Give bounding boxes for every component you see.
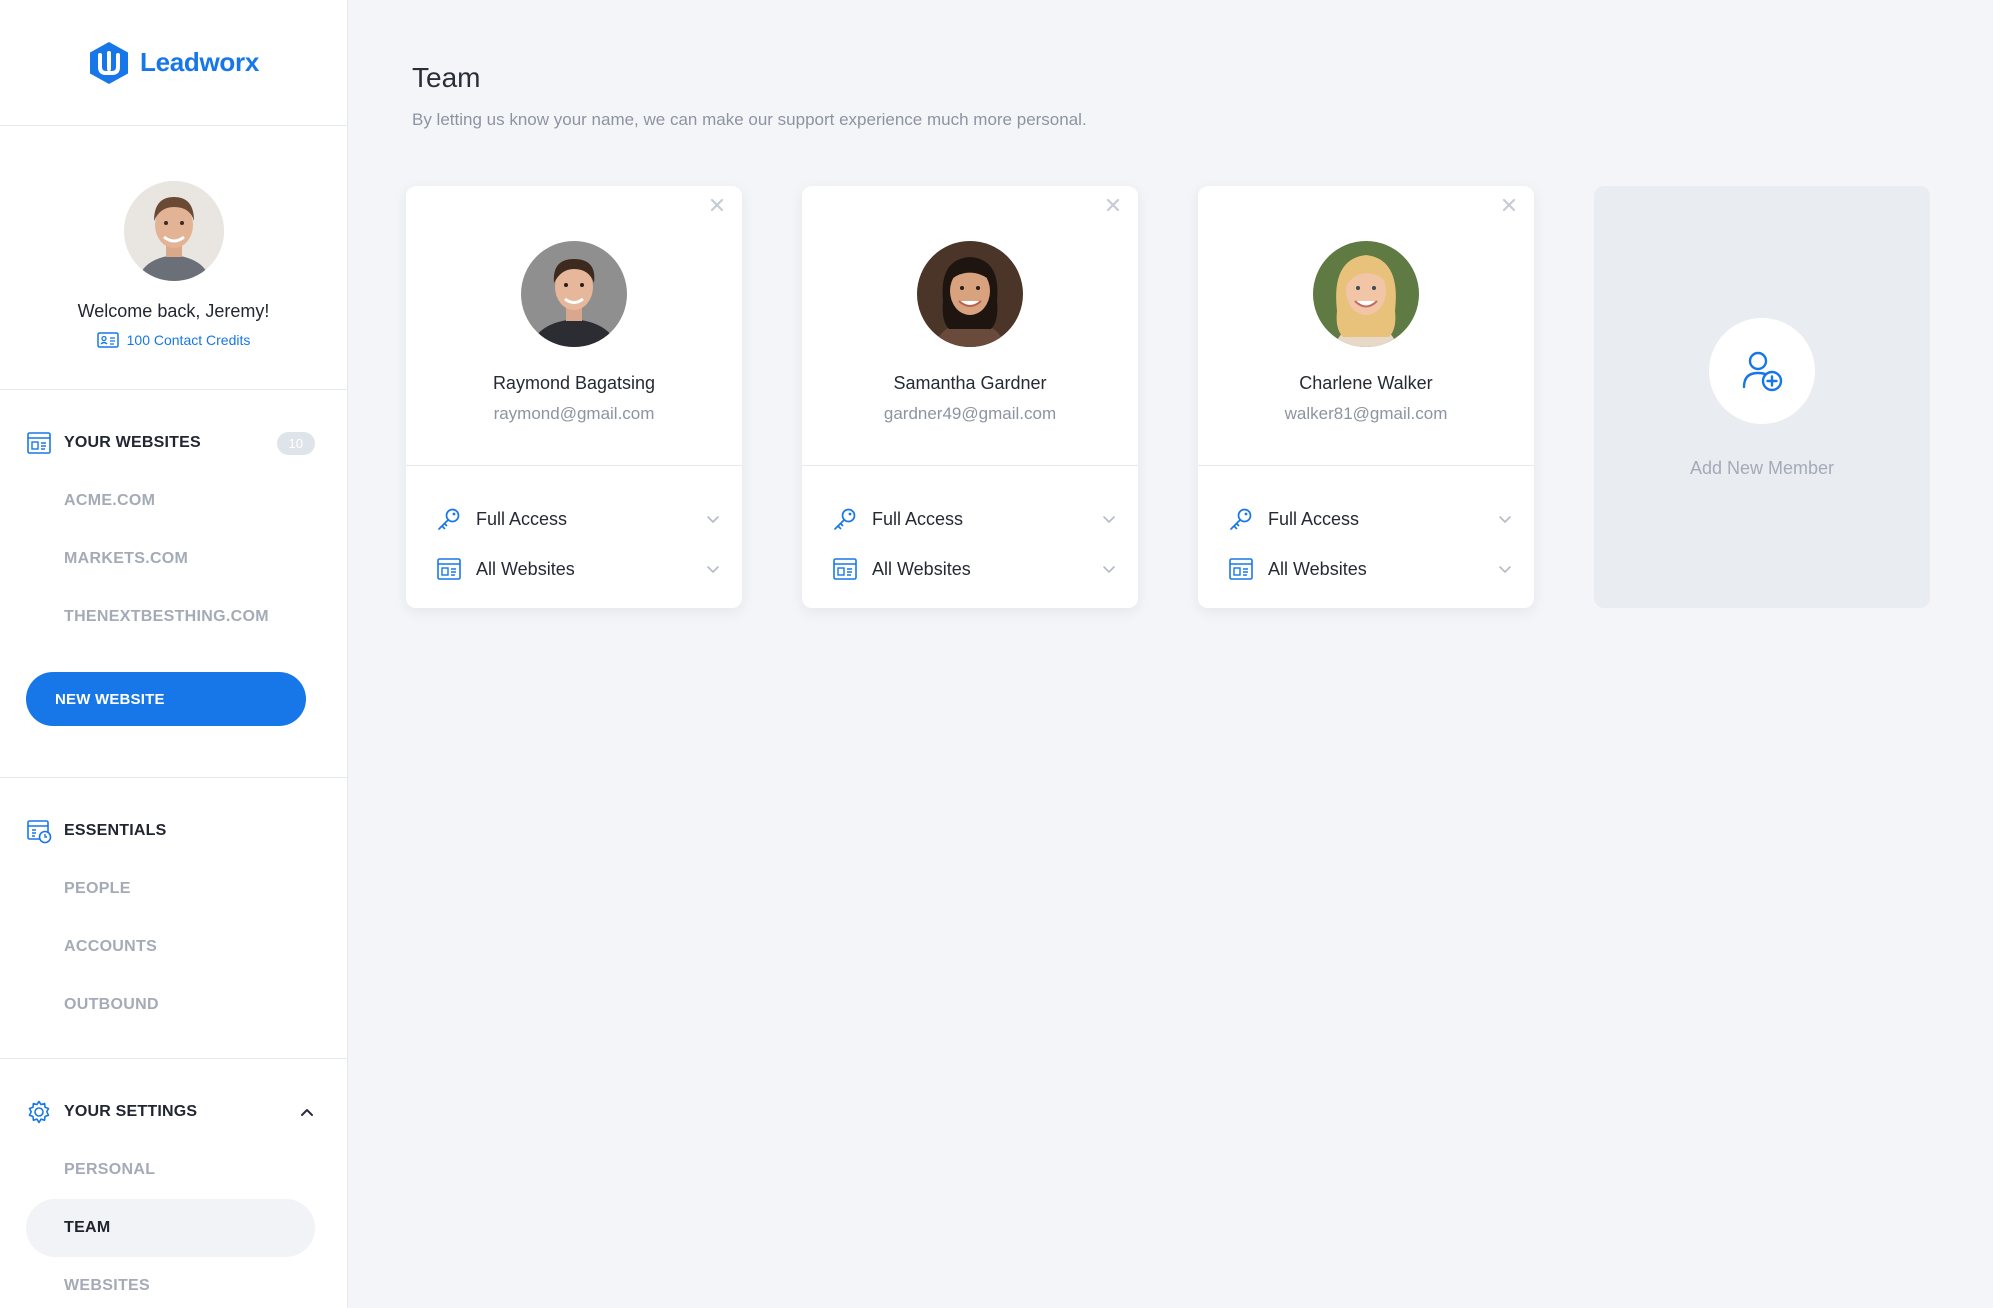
close-icon[interactable]	[1500, 196, 1518, 214]
member-avatar	[917, 241, 1023, 347]
member-permissions: Full Access All Websites	[406, 466, 742, 594]
page-title: Team	[412, 62, 481, 93]
settings-section: YOUR SETTINGS PERSONAL TEAM WEBSITES	[0, 1059, 347, 1308]
user-plus-icon	[1742, 351, 1783, 392]
member-name: Raymond Bagatsing	[492, 373, 656, 393]
key-icon	[438, 508, 460, 530]
sidebar-item-people[interactable]: PEOPLE	[26, 860, 315, 918]
browser-icon	[27, 432, 51, 454]
contact-credits-label: 100 Contact Credits	[126, 332, 251, 348]
sidebar-item-acme[interactable]: ACME.COM	[26, 472, 315, 530]
member-avatar	[521, 241, 627, 347]
sidebar-item-thenextbesthing[interactable]: THENEXTBESTHING.COM	[26, 588, 315, 646]
member-info: Charlene Walker walker81@gmail.com	[1198, 186, 1534, 466]
member-card: Charlene Walker walker81@gmail.com Full …	[1198, 186, 1534, 608]
chevron-down-icon	[707, 516, 719, 524]
main-content: Team By letting us know your name, we ca…	[348, 0, 1993, 1308]
websites-section: YOUR WEBSITES 10 ACME.COM MARKETS.COM TH…	[0, 390, 347, 778]
new-website-button[interactable]: NEW WEBSITE	[26, 672, 306, 726]
member-name: Charlene Walker	[1299, 373, 1433, 393]
chevron-down-icon	[1499, 566, 1511, 574]
websites-count-badge: 10	[276, 431, 315, 455]
chevron-up-icon[interactable]	[299, 1104, 315, 1120]
websites-label: All Websites	[872, 558, 971, 579]
member-card: Samantha Gardner gardner49@gmail.com Ful…	[802, 186, 1138, 608]
browser-icon	[1229, 558, 1253, 580]
calendar-clock-icon	[27, 820, 52, 844]
close-icon[interactable]	[708, 196, 726, 214]
chevron-down-icon	[1103, 516, 1115, 524]
close-icon[interactable]	[1104, 196, 1122, 214]
websites-label: All Websites	[1268, 558, 1367, 579]
user-avatar-portrait	[123, 181, 224, 281]
member-permissions: Full Access All Websites	[1198, 466, 1534, 594]
browser-icon	[437, 558, 461, 580]
websites-dropdown[interactable]: All Websites	[436, 544, 720, 594]
welcome-text: Welcome back, Jeremy!	[77, 301, 270, 321]
team-cards: Raymond Bagatsing raymond@gmail.com Full…	[406, 186, 1993, 608]
member-email: walker81@gmail.com	[1284, 404, 1448, 423]
member-info: Raymond Bagatsing raymond@gmail.com	[406, 186, 742, 466]
access-label: Full Access	[476, 508, 568, 529]
member-email: raymond@gmail.com	[493, 404, 655, 423]
member-name: Samantha Gardner	[893, 373, 1047, 393]
sidebar-item-markets[interactable]: MARKETS.COM	[26, 530, 315, 588]
websites-heading-label: YOUR WEBSITES	[64, 434, 201, 451]
member-card: Raymond Bagatsing raymond@gmail.com Full…	[406, 186, 742, 608]
add-member-card[interactable]: Add New Member	[1594, 186, 1930, 608]
access-dropdown[interactable]: Full Access	[436, 494, 720, 544]
key-icon	[834, 508, 856, 530]
chevron-down-icon	[1103, 566, 1115, 574]
sidebar-item-personal[interactable]: PERSONAL	[26, 1141, 315, 1199]
essentials-heading[interactable]: ESSENTIALS	[26, 816, 315, 846]
websites-dropdown[interactable]: All Websites	[832, 544, 1116, 594]
contact-credits[interactable]: 100 Contact Credits	[96, 332, 251, 348]
sidebar-item-outbound[interactable]: OUTBOUND	[26, 976, 315, 1034]
sidebar-item-accounts[interactable]: ACCOUNTS	[26, 918, 315, 976]
chevron-down-icon	[707, 566, 719, 574]
member-email: gardner49@gmail.com	[883, 404, 1057, 423]
websites-dropdown[interactable]: All Websites	[1228, 544, 1512, 594]
key-icon	[1230, 508, 1252, 530]
leadworx-logo-icon	[90, 41, 129, 84]
essentials-heading-label: ESSENTIALS	[64, 822, 167, 839]
websites-heading[interactable]: YOUR WEBSITES 10	[26, 428, 315, 458]
settings-heading[interactable]: YOUR SETTINGS	[26, 1097, 315, 1127]
id-card-icon	[96, 332, 119, 348]
access-dropdown[interactable]: Full Access	[832, 494, 1116, 544]
gear-icon	[28, 1100, 50, 1124]
user-avatar[interactable]	[123, 181, 224, 281]
sidebar-item-team[interactable]: TEAM	[26, 1199, 315, 1257]
brand-name: Leadworx	[140, 47, 259, 77]
member-info: Samantha Gardner gardner49@gmail.com	[802, 186, 1138, 466]
sidebar-item-settings-websites[interactable]: WEBSITES	[26, 1257, 315, 1308]
sidebar: Leadworx Welcome back, Jeremy! 100 Conta…	[0, 0, 348, 1308]
access-dropdown[interactable]: Full Access	[1228, 494, 1512, 544]
add-member-button[interactable]	[1709, 318, 1815, 424]
settings-heading-label: YOUR SETTINGS	[64, 1103, 198, 1120]
add-member-label: Add New Member	[1689, 458, 1835, 478]
websites-label: All Websites	[476, 558, 575, 579]
browser-icon	[833, 558, 857, 580]
chevron-down-icon	[1499, 516, 1511, 524]
member-permissions: Full Access All Websites	[802, 466, 1138, 594]
access-label: Full Access	[872, 508, 964, 529]
access-label: Full Access	[1268, 508, 1360, 529]
page-subtitle: By letting us know your name, we can mak…	[412, 110, 1087, 129]
profile-panel: Welcome back, Jeremy! 100 Contact Credit…	[0, 126, 347, 390]
brand[interactable]: Leadworx	[0, 0, 347, 126]
member-avatar	[1313, 241, 1419, 347]
essentials-section: ESSENTIALS PEOPLE ACCOUNTS OUTBOUND	[0, 778, 347, 1059]
